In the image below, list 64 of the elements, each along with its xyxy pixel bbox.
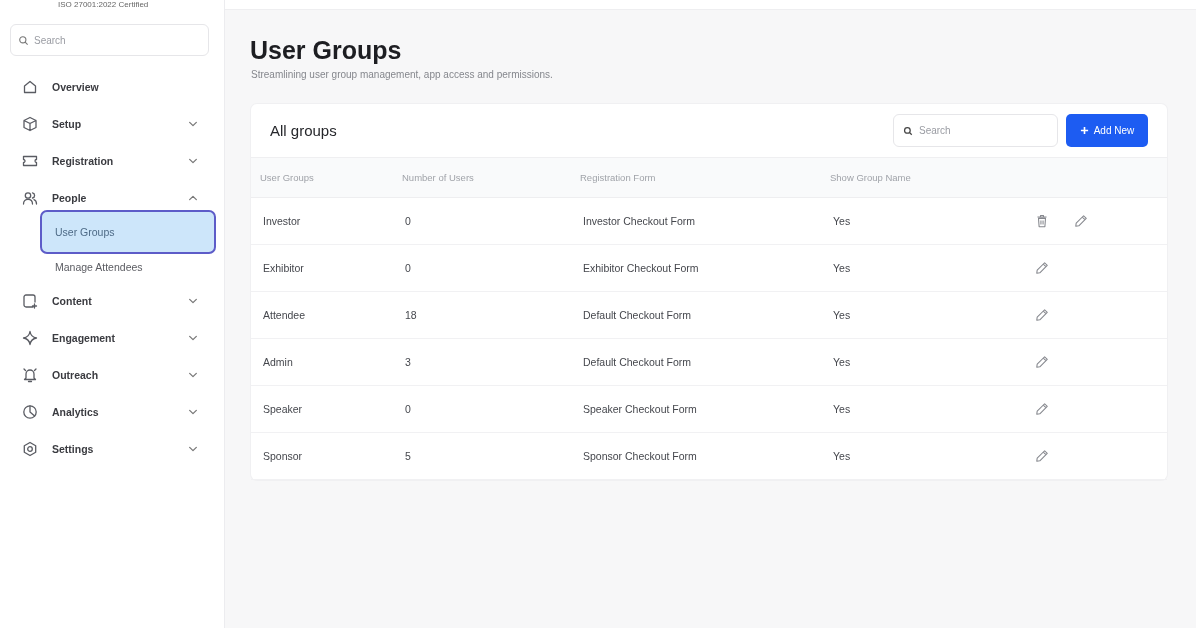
card-title: All groups <box>270 122 338 139</box>
nav-subitem[interactable]: Manage Attendees <box>40 254 216 280</box>
plus-icon <box>1079 126 1089 135</box>
nav-item[interactable]: Settings <box>22 436 188 461</box>
table-cell-text: 18 <box>404 309 418 321</box>
nav-item[interactable]: Content <box>22 288 188 313</box>
house-icon <box>22 78 38 95</box>
table-cell-text: 5 <box>404 450 412 462</box>
pie-chart-icon <box>22 403 38 420</box>
nav-item[interactable]: Setup <box>22 111 188 136</box>
table-cell-text: Default Checkout Form <box>582 356 692 368</box>
table-cell-text: 0 <box>404 262 412 274</box>
settings-icon <box>22 440 38 457</box>
people-icon <box>22 189 38 206</box>
nav-item[interactable]: Outreach <box>22 362 188 387</box>
trash-icon[interactable] <box>1035 214 1049 228</box>
table-cell-text: 0 <box>404 215 412 227</box>
table-cell-text: 0 <box>404 403 412 415</box>
pencil-icon[interactable] <box>1035 449 1049 463</box>
table-cell-text: 3 <box>404 356 412 368</box>
nav-item[interactable]: Overview <box>22 74 198 99</box>
pencil-icon[interactable] <box>1074 214 1088 228</box>
add-new-button[interactable]: Add New <box>1066 114 1148 147</box>
search-icon <box>903 125 913 136</box>
table-cell-text: Yes <box>832 450 852 462</box>
page-title: User Groups <box>250 36 403 64</box>
table-cell-text: Admin <box>262 356 294 368</box>
document-plus-icon <box>22 292 38 309</box>
search-field[interactable]: Search <box>10 24 209 56</box>
pencil-icon[interactable] <box>1035 355 1049 369</box>
table-cell-text: Yes <box>832 403 852 415</box>
table-cell-text: Sponsor <box>262 450 304 462</box>
page-subtitle: Streamlining user group management, app access and permissions. <box>251 68 554 82</box>
table-cell-text: Yes <box>832 262 852 274</box>
table-cell-text: Speaker <box>262 403 304 415</box>
nav-subitem[interactable]: User Groups <box>40 210 216 254</box>
table-cell-text: Exhibitor <box>262 262 305 274</box>
column-header: User Groups <box>260 172 315 183</box>
cube-icon <box>22 115 38 132</box>
bell-icon <box>22 366 38 383</box>
table-cell-text: Yes <box>832 215 852 227</box>
nav-item[interactable]: Engagement <box>22 325 188 350</box>
nav-item[interactable]: People <box>22 185 188 210</box>
search-field[interactable]: Search <box>893 114 1058 147</box>
table-cell-text: Attendee <box>262 309 307 321</box>
table-cell-text: Speaker Checkout Form <box>582 403 698 415</box>
table-cell-text: Exhibitor Checkout Form <box>582 262 700 274</box>
table-cell-text: Default Checkout Form <box>582 309 692 321</box>
pencil-icon[interactable] <box>1035 308 1049 322</box>
table-cell-text: Sponsor Checkout Form <box>582 450 698 462</box>
nav-item[interactable]: Analytics <box>22 399 188 424</box>
nav-item[interactable]: Registration <box>22 148 188 173</box>
sparkle-icon <box>22 329 38 346</box>
column-header: Number of Users <box>402 172 475 183</box>
certification-label: ISO 27001:2022 Certified <box>58 0 149 9</box>
table-cell-text: Yes <box>832 309 852 321</box>
column-header: Show Group Name <box>830 172 912 183</box>
pencil-icon[interactable] <box>1035 402 1049 416</box>
pencil-icon[interactable] <box>1035 261 1049 275</box>
table-cell-text: Investor Checkout Form <box>582 215 697 227</box>
table-cell-text: Yes <box>832 356 852 368</box>
table-cell-text: Investor <box>262 215 302 227</box>
column-header: Registration Form <box>580 172 657 183</box>
search-icon <box>18 34 29 46</box>
